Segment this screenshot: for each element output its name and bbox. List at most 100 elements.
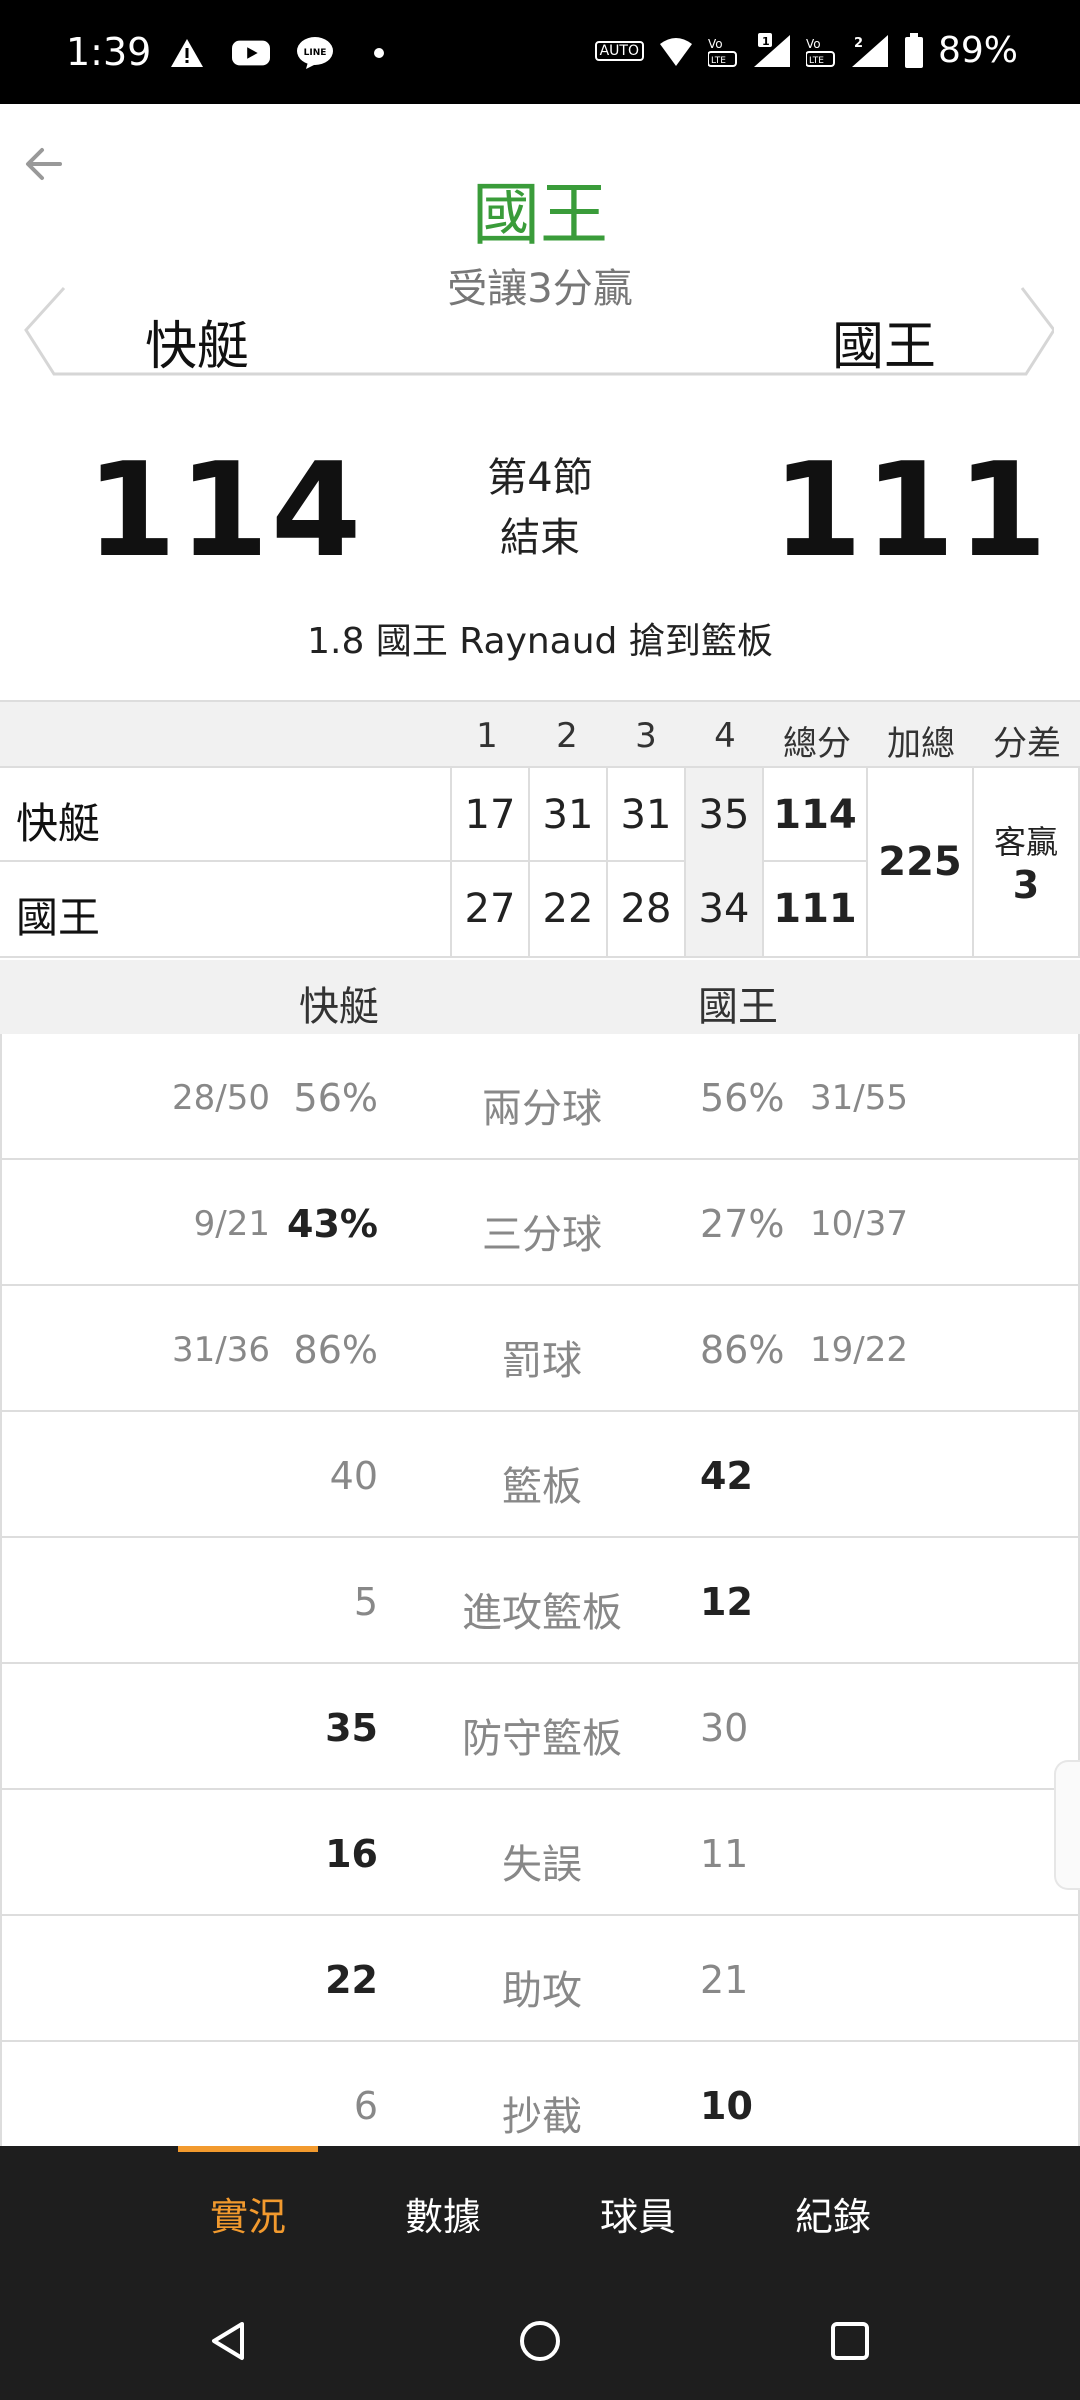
svg-text:LTE: LTE <box>809 56 824 66</box>
volte-2-icon: Vo LTE <box>805 37 835 67</box>
home-stat-value: 30 <box>700 1706 749 1750</box>
stat-row: 9/21 43% 三分球 27% 10/37 <box>0 1160 1080 1286</box>
header-q4: 4 <box>714 716 736 756</box>
home-stat-value: 11 <box>700 1832 749 1876</box>
total-score: 111 <box>762 862 866 956</box>
header-sum: 加總 <box>887 724 955 764</box>
stat-label: 抄截 <box>502 2094 582 2140</box>
stat-label: 防守籃板 <box>462 1716 622 1762</box>
stat-row: 22 助攻 21 <box>0 1916 1080 2042</box>
stat-label: 失誤 <box>502 1842 582 1888</box>
home-stat-fraction: 31/55 <box>810 1078 908 1118</box>
stat-row: 35 防守籃板 30 <box>0 1664 1080 1790</box>
box-score-table: 1 2 3 4 總分 加總 分差 快艇 17 31 31 35 114 國王 2… <box>0 700 1080 958</box>
stats-away-team: 快艇 <box>299 984 379 1030</box>
stat-list: 28/50 56% 兩分球 56% 31/55 9/21 43% 三分球 27% 10/37 31/… <box>0 1034 1080 2168</box>
nav-recents-icon[interactable] <box>827 2318 873 2364</box>
away-team-name: 快艇 <box>145 317 250 377</box>
dot-icon <box>360 36 398 70</box>
tab-players[interactable]: 球員 <box>558 2186 718 2241</box>
home-stat-fraction: 10/37 <box>810 1204 908 1244</box>
signal-1-icon: 1 <box>753 32 790 67</box>
home-stat-value: 10 <box>700 2084 753 2128</box>
q4-score: 35 <box>684 768 762 862</box>
stat-label: 助攻 <box>502 1968 582 2014</box>
stat-row: 31/36 86% 罰球 86% 19/22 <box>0 1286 1080 1412</box>
stat-row: 5 進攻籃板 12 <box>0 1538 1080 1664</box>
game-header: 國王 受讓3分贏 快艇 國王 114 第4節 結束 111 1.8 國王 Ray… <box>0 104 1080 700</box>
point-diff: 客贏 3 <box>972 768 1080 956</box>
youtube-icon <box>232 36 270 70</box>
table-row: 快艇 17 31 31 35 114 <box>0 768 866 862</box>
warning-icon <box>168 36 206 70</box>
volte-1-icon: Vo LTE <box>707 37 737 67</box>
home-team-name: 國王 <box>832 317 937 377</box>
system-nav-bar <box>0 2280 1080 2400</box>
active-tab-indicator <box>178 2146 318 2152</box>
wifi-6-icon: 6 <box>659 37 692 68</box>
tab-records[interactable]: 紀錄 <box>753 2186 913 2241</box>
total-score: 114 <box>762 768 866 862</box>
home-stat-fraction: 19/22 <box>810 1330 908 1370</box>
stat-row: 16 失誤 11 <box>0 1790 1080 1916</box>
home-stat-value: 27% <box>700 1202 785 1246</box>
stat-row: 28/50 56% 兩分球 56% 31/55 <box>0 1034 1080 1160</box>
q1-score: 27 <box>450 862 528 956</box>
auto-hz-icon: AUTO <box>594 40 644 61</box>
home-stat-value: 21 <box>700 1958 749 2002</box>
nav-back-icon[interactable] <box>206 2318 252 2364</box>
stat-row: 40 籃板 42 <box>0 1412 1080 1538</box>
home-score: 111 <box>772 434 1050 586</box>
stats-home-team: 國王 <box>698 984 778 1030</box>
battery-icon <box>904 32 923 68</box>
stat-label: 三分球 <box>482 1212 602 1258</box>
svg-text:LTE: LTE <box>711 56 726 66</box>
box-score-body: 快艇 17 31 31 35 114 國王 27 22 28 34 111 22… <box>0 768 1080 958</box>
pick-team: 國王 <box>471 176 608 255</box>
side-drawer-handle[interactable] <box>1054 1760 1080 1890</box>
table-row: 國王 27 22 28 34 111 <box>0 862 866 956</box>
diff-label: 客贏 <box>993 823 1058 861</box>
q1-score: 17 <box>450 768 528 862</box>
stats-header: 快艇 國王 <box>0 960 1080 1034</box>
svg-text:Vo: Vo <box>806 37 821 51</box>
svg-text:1: 1 <box>762 35 770 48</box>
tab-live[interactable]: 實況 <box>168 2186 328 2241</box>
home-stat-value: 42 <box>700 1454 753 1498</box>
stat-label: 進攻籃板 <box>462 1590 622 1636</box>
header-diff: 分差 <box>993 724 1061 764</box>
combined-total: 225 <box>866 768 972 956</box>
box-score-header: 1 2 3 4 總分 加總 分差 <box>0 700 1080 768</box>
svg-text:Vo: Vo <box>708 37 723 51</box>
battery-percent: 89% <box>937 30 1018 71</box>
row-team-name: 國王 <box>16 893 101 942</box>
status-left-icons: LINE <box>168 36 398 70</box>
q2-score: 31 <box>528 768 606 862</box>
stat-label: 兩分球 <box>482 1086 602 1132</box>
header-total: 總分 <box>783 724 851 764</box>
status-bar: 1:39 LINE AUTO 6 Vo LTE 1 Vo LTE 2 89% <box>0 0 1080 104</box>
svg-text:LINE: LINE <box>304 48 327 58</box>
bottom-tab-bar: 實況 數據 球員 紀錄 <box>0 2146 1080 2280</box>
diff-value: 3 <box>1012 863 1040 907</box>
row-team-name: 快艇 <box>16 799 101 848</box>
home-stat-value: 56% <box>700 1076 785 1120</box>
q3-score: 31 <box>606 768 684 862</box>
q2-score: 22 <box>528 862 606 956</box>
stat-label: 籃板 <box>502 1464 582 1510</box>
line-icon: LINE <box>296 36 334 70</box>
nav-home-icon[interactable] <box>517 2318 563 2364</box>
status-time: 1:39 <box>66 30 152 74</box>
combined-total-value: 225 <box>878 839 962 885</box>
svg-text:6: 6 <box>682 52 692 68</box>
tab-stats[interactable]: 數據 <box>363 2186 523 2241</box>
stat-label: 罰球 <box>502 1338 582 1384</box>
q4-score: 34 <box>684 862 762 956</box>
home-stat-value: 12 <box>700 1580 753 1624</box>
status-right-icons: AUTO 6 Vo LTE 1 Vo LTE 2 89% <box>594 30 1018 71</box>
last-play: 1.8 國王 Raynaud 搶到籃板 <box>307 621 773 662</box>
team-stats: 快艇 國王 28/50 56% 兩分球 56% 31/55 9/21 43% 三分球 27% 10… <box>0 960 1080 2168</box>
home-stat-value: 86% <box>700 1328 785 1372</box>
q3-score: 28 <box>606 862 684 956</box>
signal-2-icon: 2 <box>851 34 888 67</box>
